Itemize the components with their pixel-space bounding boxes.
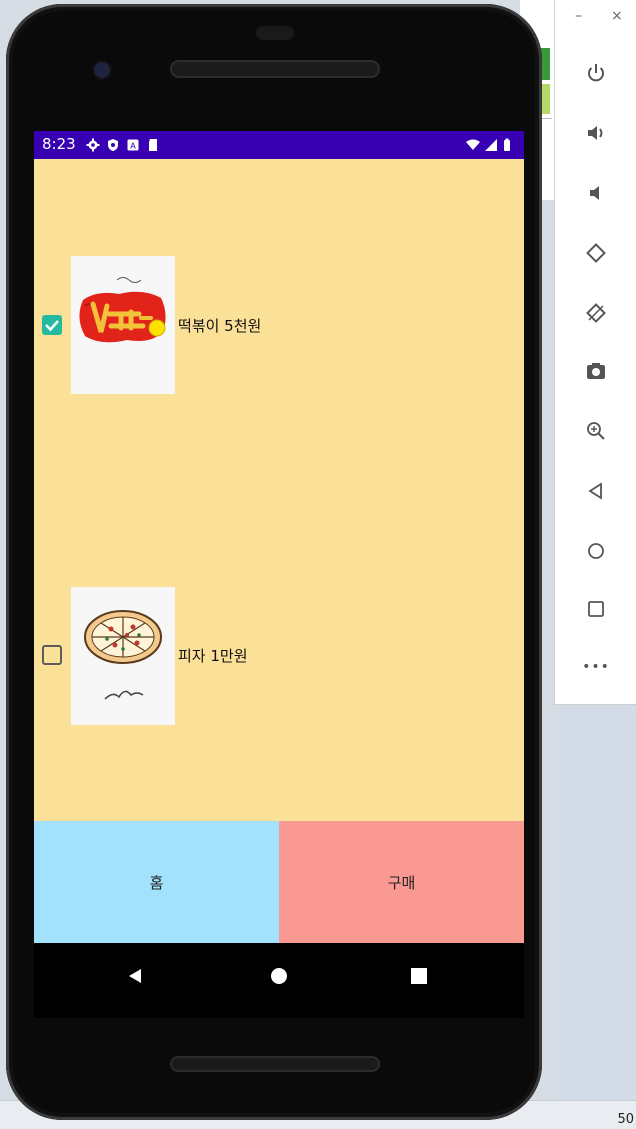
buy-button[interactable]: 구매 [279,821,524,943]
front-camera [94,62,110,78]
notification-icon: A [126,138,140,152]
back-icon[interactable] [583,478,609,504]
overview-icon[interactable] [583,596,609,622]
volume-up-icon[interactable] [583,120,609,146]
svg-text:A: A [130,142,136,151]
android-nav-bar [34,943,524,1018]
item-checkbox-tteokbokki[interactable] [42,315,62,335]
home-icon[interactable] [583,538,609,564]
sd-card-icon [146,138,160,152]
status-bar: 8:23 A [34,131,524,159]
rotate-left-icon[interactable] [583,240,609,266]
settings-icon [86,138,100,152]
home-button[interactable]: 홈 [34,821,279,943]
more-icon[interactable]: ••• [582,654,609,680]
phone-sensor [256,26,294,40]
item-checkbox-pizza[interactable] [42,645,62,665]
item-label-pizza: 피자 1만원 [178,647,248,665]
camera-icon[interactable] [583,358,609,384]
nav-home-icon[interactable] [270,967,288,989]
signal-icon [484,138,498,152]
emulator-toolbar: – × ••• [554,0,636,705]
power-icon[interactable] [583,60,609,86]
menu-item-tteokbokki: 떡볶이 5천원 [34,255,524,395]
action-button-bar: 홈 구매 [34,821,524,943]
phone-screen: 8:23 A 떡볶이 5천원 피자 1만원 홈 구매 [34,131,524,1018]
menu-item-pizza: 피자 1만원 [34,587,524,727]
tteokbokki-image [71,256,175,394]
wifi-icon [466,138,480,152]
rotate-right-icon[interactable] [583,300,609,326]
volume-down-icon[interactable] [583,180,609,206]
zoom-icon[interactable] [583,418,609,444]
app-content: 떡볶이 5천원 피자 1만원 [34,159,524,821]
desktop-number: 50 [617,1112,634,1127]
nav-overview-icon[interactable] [410,967,428,989]
pizza-image [71,587,175,725]
nav-back-icon[interactable] [126,967,144,989]
earpiece-speaker [170,60,380,78]
battery-icon [500,138,514,152]
bottom-speaker [170,1056,380,1072]
phone-frame: 8:23 A 떡볶이 5천원 피자 1만원 홈 구매 [6,4,542,1120]
close-button[interactable]: × [611,8,623,24]
item-label-tteokbokki: 떡볶이 5천원 [178,317,262,335]
status-time: 8:23 [42,135,76,153]
minimize-button[interactable]: – [575,8,582,24]
shield-icon [106,138,120,152]
